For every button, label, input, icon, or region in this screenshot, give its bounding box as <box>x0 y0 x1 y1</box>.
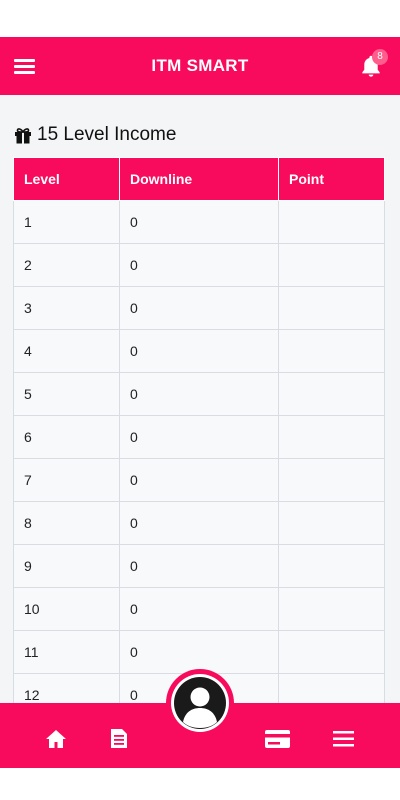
cell-point <box>278 630 385 674</box>
home-icon[interactable] <box>45 729 67 749</box>
cell-downline: 0 <box>119 544 279 588</box>
table-row: 50 <box>13 372 385 416</box>
cell-downline: 0 <box>119 329 279 373</box>
table-row: 60 <box>13 415 385 459</box>
table-row: 11 0 <box>13 630 385 674</box>
avatar <box>171 674 229 732</box>
document-icon[interactable] <box>110 728 128 749</box>
cell-downline: 0 <box>119 630 279 674</box>
cell-level: 4 <box>13 329 120 373</box>
table-header-row: Level Downline Point <box>13 157 385 201</box>
card-icon[interactable] <box>264 729 291 749</box>
app-title: ITM SMART <box>151 56 249 75</box>
table-body: 1 0 2 0 3 0 4 0 5 0 6 0 7 0 8 0 9 0 10 0 11 0 12 0 <box>13 200 385 717</box>
cell-level: 11 <box>13 630 120 674</box>
cell-level: 5 <box>13 372 120 416</box>
gift-icon <box>15 128 31 144</box>
app-screen: ITM SMART 8 15 Level Income Level Downli… <box>0 37 400 768</box>
top-margin <box>0 0 400 37</box>
cell-point <box>278 415 385 459</box>
cell-point <box>278 458 385 502</box>
cell-level: 10 <box>13 587 120 631</box>
cell-downline: 0 <box>119 587 279 631</box>
cell-downline: 0 <box>119 286 279 330</box>
table-row: 30 <box>13 286 385 330</box>
notification-badge: 8 <box>372 49 388 65</box>
menu-icon[interactable] <box>333 730 354 748</box>
section-title: 15 Level Income <box>37 124 177 145</box>
section-heading: 15 Level Income <box>13 122 176 148</box>
table-row: 10 0 <box>13 587 385 631</box>
cell-level: 8 <box>13 501 120 545</box>
cell-point <box>278 544 385 588</box>
cell-point <box>278 587 385 631</box>
cell-level: 7 <box>13 458 120 502</box>
level-income-table: Level Downline Point 1020304050607080901… <box>13 157 385 717</box>
cell-point <box>278 286 385 330</box>
profile-icon <box>174 677 226 729</box>
table-row: 70 <box>13 458 385 502</box>
column-header-level: Level <box>13 157 120 201</box>
cell-downline: 0 <box>119 372 279 416</box>
cell-point <box>278 243 385 287</box>
table-row: 10 <box>13 200 385 244</box>
cell-downline: 0 <box>119 501 279 545</box>
cell-downline: 0 <box>119 458 279 502</box>
cell-level: 1 <box>13 200 120 244</box>
table-row: 90 <box>13 544 385 588</box>
cell-level: 3 <box>13 286 120 330</box>
cell-level: 9 <box>13 544 120 588</box>
level-income-table-container: Level Downline Point 1020304050607080901… <box>13 157 385 717</box>
app-header: ITM SMART 8 <box>0 37 400 95</box>
cell-downline: 0 <box>119 200 279 244</box>
cell-point <box>278 200 385 244</box>
table-row: 80 <box>13 501 385 545</box>
cell-level: 2 <box>13 243 120 287</box>
cell-point <box>278 501 385 545</box>
cell-point <box>278 372 385 416</box>
bottom-margin <box>0 768 400 800</box>
cell-downline: 0 <box>119 243 279 287</box>
table-row: 40 <box>13 329 385 373</box>
column-header-point: Point <box>278 157 385 201</box>
cell-point <box>278 329 385 373</box>
column-header-downline: Downline <box>119 157 279 201</box>
cell-downline: 0 <box>119 415 279 459</box>
table-row: 20 <box>13 243 385 287</box>
cell-level: 6 <box>13 415 120 459</box>
profile-button[interactable] <box>166 669 234 737</box>
